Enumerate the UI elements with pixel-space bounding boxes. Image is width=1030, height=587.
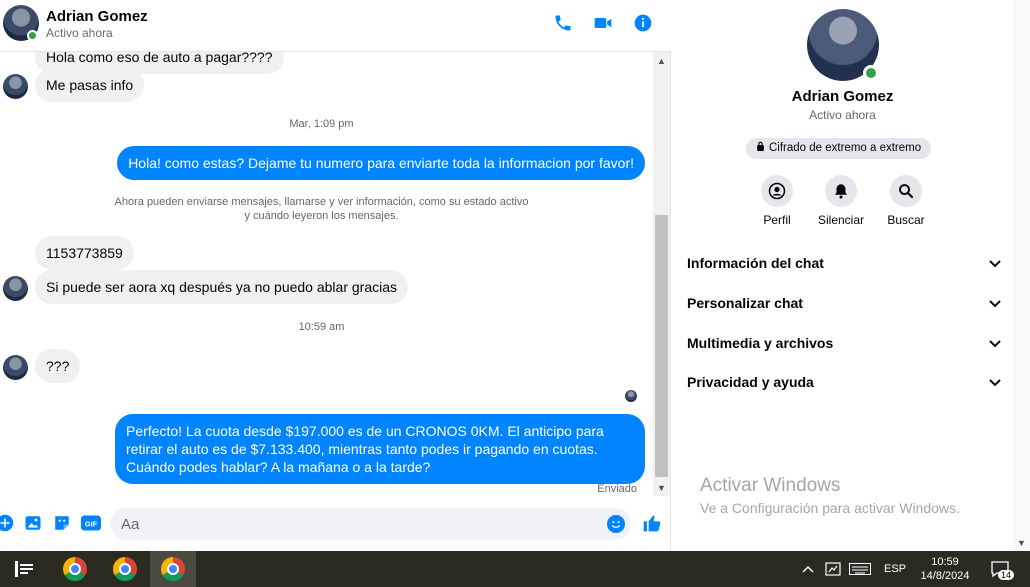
message-incoming: Me pasas info (35, 68, 145, 102)
scroll-down-arrow-icon[interactable]: ▼ (653, 479, 670, 496)
system-note-line: Ahora pueden enviarse mensajes, llamarse… (114, 196, 529, 208)
mute-action-label: Silenciar (817, 213, 865, 227)
contact-name[interactable]: Adrian Gomez (46, 8, 148, 25)
profile-action[interactable]: Perfil (747, 175, 807, 227)
profile-action-label: Perfil (763, 213, 791, 227)
task-view-icon[interactable] (12, 551, 36, 587)
chevron-up-icon[interactable] (800, 551, 816, 587)
video-call-icon[interactable] (592, 12, 614, 34)
mute-action[interactable]: Silenciar (811, 175, 871, 227)
scroll-up-arrow-icon[interactable]: ▲ (653, 52, 670, 69)
online-indicator (863, 65, 879, 81)
message-outgoing: Hola! como estas? Dejame tu numero para … (117, 146, 645, 180)
bell-icon (825, 175, 857, 207)
section-chat-info[interactable]: Información del chat (687, 251, 1001, 275)
info-icon[interactable] (632, 12, 654, 34)
clock-date: 14/8/2024 (920, 570, 970, 582)
sender-avatar (3, 276, 28, 301)
language-indicator[interactable]: ESP (880, 551, 910, 587)
plus-icon[interactable] (0, 514, 14, 532)
notification-count-badge: 14 (998, 570, 1015, 580)
contact-status: Activo ahora (46, 26, 113, 40)
chevron-down-icon (989, 374, 1001, 390)
windows-activation-title: Activar Windows (700, 475, 841, 496)
section-privacy-help[interactable]: Privacidad y ayuda (687, 370, 1001, 394)
chrome-icon[interactable] (110, 551, 140, 587)
page-scrollbar[interactable]: ▼ (1013, 0, 1030, 551)
notification-icon[interactable]: 14 (986, 551, 1015, 587)
search-action[interactable]: Buscar (876, 175, 936, 227)
message-incoming: ??? (35, 349, 81, 383)
conversation-info-pane: Adrian Gomez Activo ahora Cifrado de ext… (672, 0, 1013, 551)
phone-icon[interactable] (552, 12, 574, 34)
section-label: Información del chat (687, 255, 824, 271)
section-customize-chat[interactable]: Personalizar chat (687, 291, 1001, 315)
composer: GIF (0, 502, 671, 544)
network-status-icon[interactable] (823, 551, 843, 587)
chat-scrollbar[interactable]: ▲ ▼ (653, 52, 670, 496)
seen-indicator-avatar (625, 390, 637, 402)
message-incoming: 1153773859 (35, 236, 134, 270)
svg-text:GIF: GIF (85, 519, 98, 528)
sticker-icon[interactable] (53, 514, 71, 532)
sender-avatar (3, 355, 28, 380)
thumbs-up-icon[interactable] (642, 513, 662, 533)
windows-taskbar: ESP 10:59 14/8/2024 14 (0, 551, 1030, 587)
chat-pane: Adrian Gomez Activo ahora Hola como eso … (0, 0, 671, 551)
chrome-icon[interactable] (60, 551, 90, 587)
lock-icon (756, 138, 765, 159)
clock-time: 10:59 (931, 556, 959, 568)
chevron-down-icon (989, 295, 1001, 311)
online-indicator (27, 30, 38, 41)
scroll-thumb[interactable] (655, 215, 668, 477)
section-label: Personalizar chat (687, 295, 803, 311)
chat-header: Adrian Gomez Activo ahora (0, 0, 671, 52)
message-outgoing: Perfecto! La cuota desde $197.000 es de … (115, 414, 645, 484)
messenger-app: Adrian Gomez Activo ahora Hola como eso … (0, 0, 1030, 551)
scroll-down-arrow-icon[interactable]: ▼ (1013, 534, 1030, 551)
gif-icon[interactable]: GIF (81, 514, 101, 532)
message-list: Hola como eso de auto a pagar???? Me pas… (0, 52, 653, 496)
chevron-down-icon (989, 335, 1001, 351)
timestamp-separator: 10:59 am (298, 321, 345, 333)
profile-name: Adrian Gomez (791, 88, 894, 105)
system-note-line: y cuándo leyeron los mensajes. (244, 210, 399, 222)
profile-status: Activo ahora (809, 108, 876, 122)
profile-icon (761, 175, 793, 207)
sent-status: Enviado (597, 483, 637, 495)
encryption-badge[interactable]: Cifrado de extremo a extremo (746, 138, 932, 159)
emoji-icon[interactable] (607, 515, 625, 533)
windows-activation-subtitle: Ve a Configuración para activar Windows. (700, 500, 960, 516)
chevron-down-icon (989, 255, 1001, 271)
clock[interactable]: 10:59 14/8/2024 (912, 551, 978, 587)
chrome-profile-icon[interactable] (150, 551, 196, 587)
section-media-files[interactable]: Multimedia y archivos (687, 331, 1001, 355)
message-incoming: Si puede ser aora xq después ya no puedo… (35, 270, 409, 304)
section-label: Multimedia y archivos (687, 335, 834, 351)
system-note: Ahora pueden enviarse mensajes, llamarse… (0, 195, 643, 223)
image-icon[interactable] (24, 514, 42, 532)
timestamp-separator: Mar, 1:09 pm (289, 118, 354, 130)
encryption-label: Cifrado de extremo a extremo (769, 142, 922, 154)
section-label: Privacidad y ayuda (687, 374, 814, 390)
search-icon (890, 175, 922, 207)
keyboard-icon[interactable] (847, 551, 873, 587)
sender-avatar (3, 74, 28, 99)
message-input[interactable] (110, 508, 631, 540)
search-action-label: Buscar (887, 213, 925, 227)
